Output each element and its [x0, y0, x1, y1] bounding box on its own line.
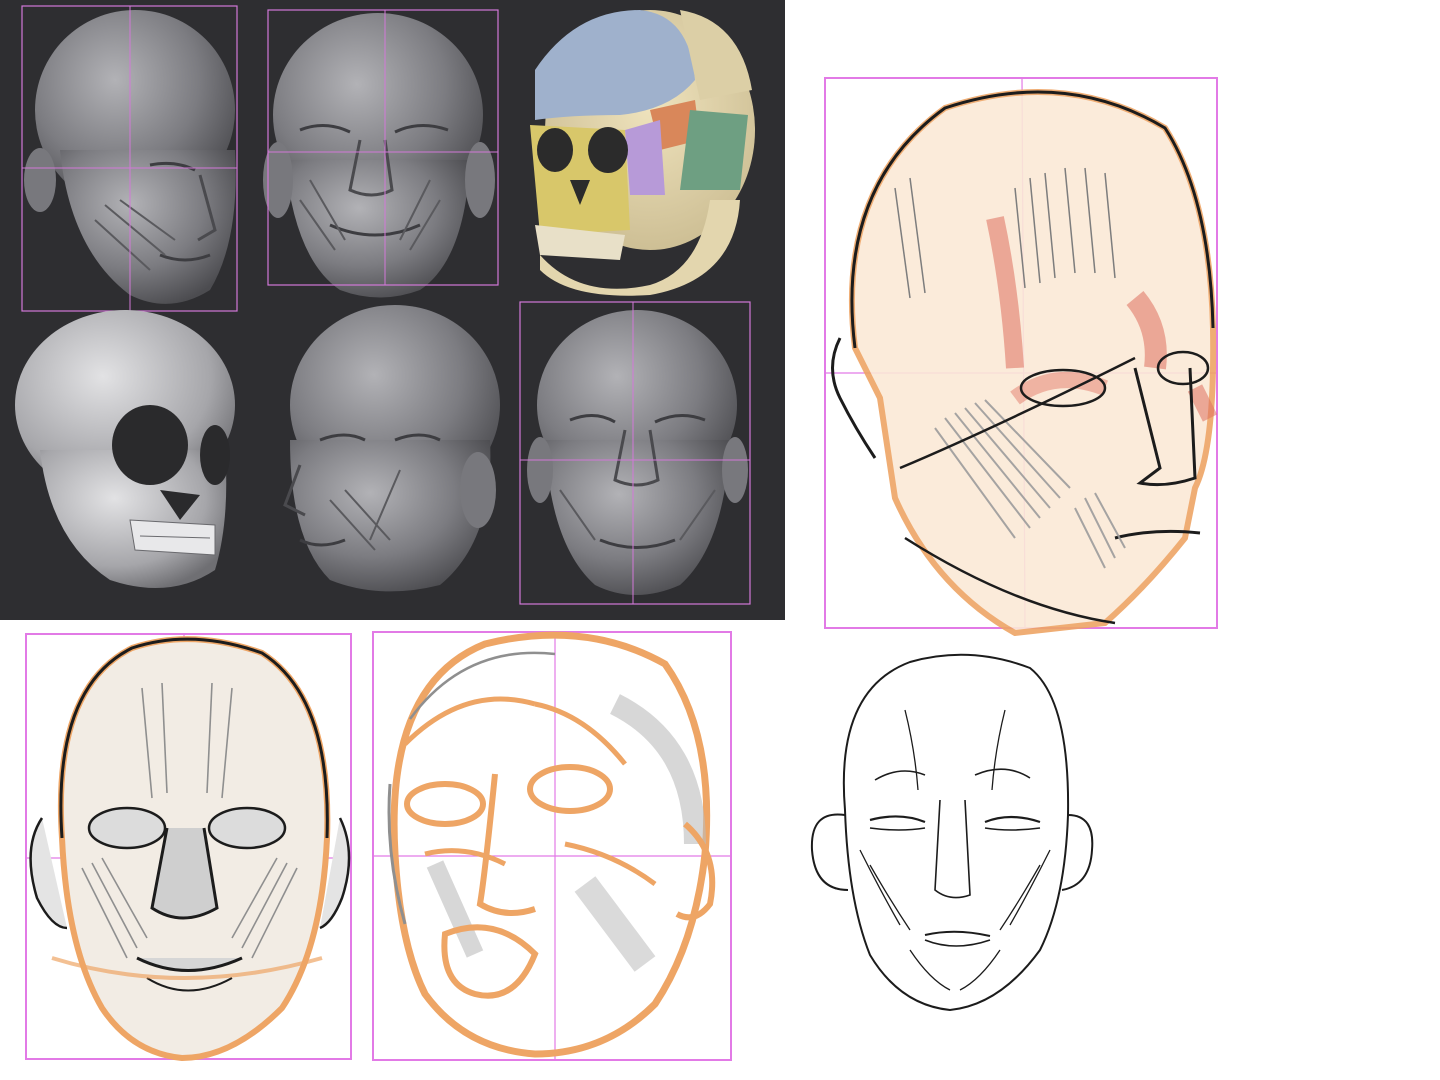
- sketch-front-shaded: [22, 628, 357, 1062]
- thumb-colored-skull: [530, 10, 755, 296]
- sketch-three-quarter-orange-underdrawing: [365, 624, 737, 1064]
- reference-sheet-canvas: [15, 5, 755, 605]
- thumb-ecorche-three-quarter-left: [21, 5, 238, 312]
- sketch-three-quarter-colored: [815, 68, 1227, 636]
- sketch-front-lineart: [800, 650, 1100, 1020]
- thumb-ecorche-three-quarter-right: [283, 305, 500, 592]
- thumb-ecorche-front-lower: [519, 301, 751, 605]
- reference-sheet: [0, 0, 785, 620]
- sketch-three-quarter-colored-canvas: [824, 77, 1218, 636]
- sketch-front-lineart-canvas: [810, 653, 1094, 1012]
- sketch-three-quarter-orange-underdrawing-canvas: [372, 631, 732, 1061]
- sketch-front-shaded-canvas: [25, 633, 352, 1062]
- thumb-ecorche-front: [263, 9, 499, 298]
- thumb-skull-three-quarter: [15, 310, 235, 588]
